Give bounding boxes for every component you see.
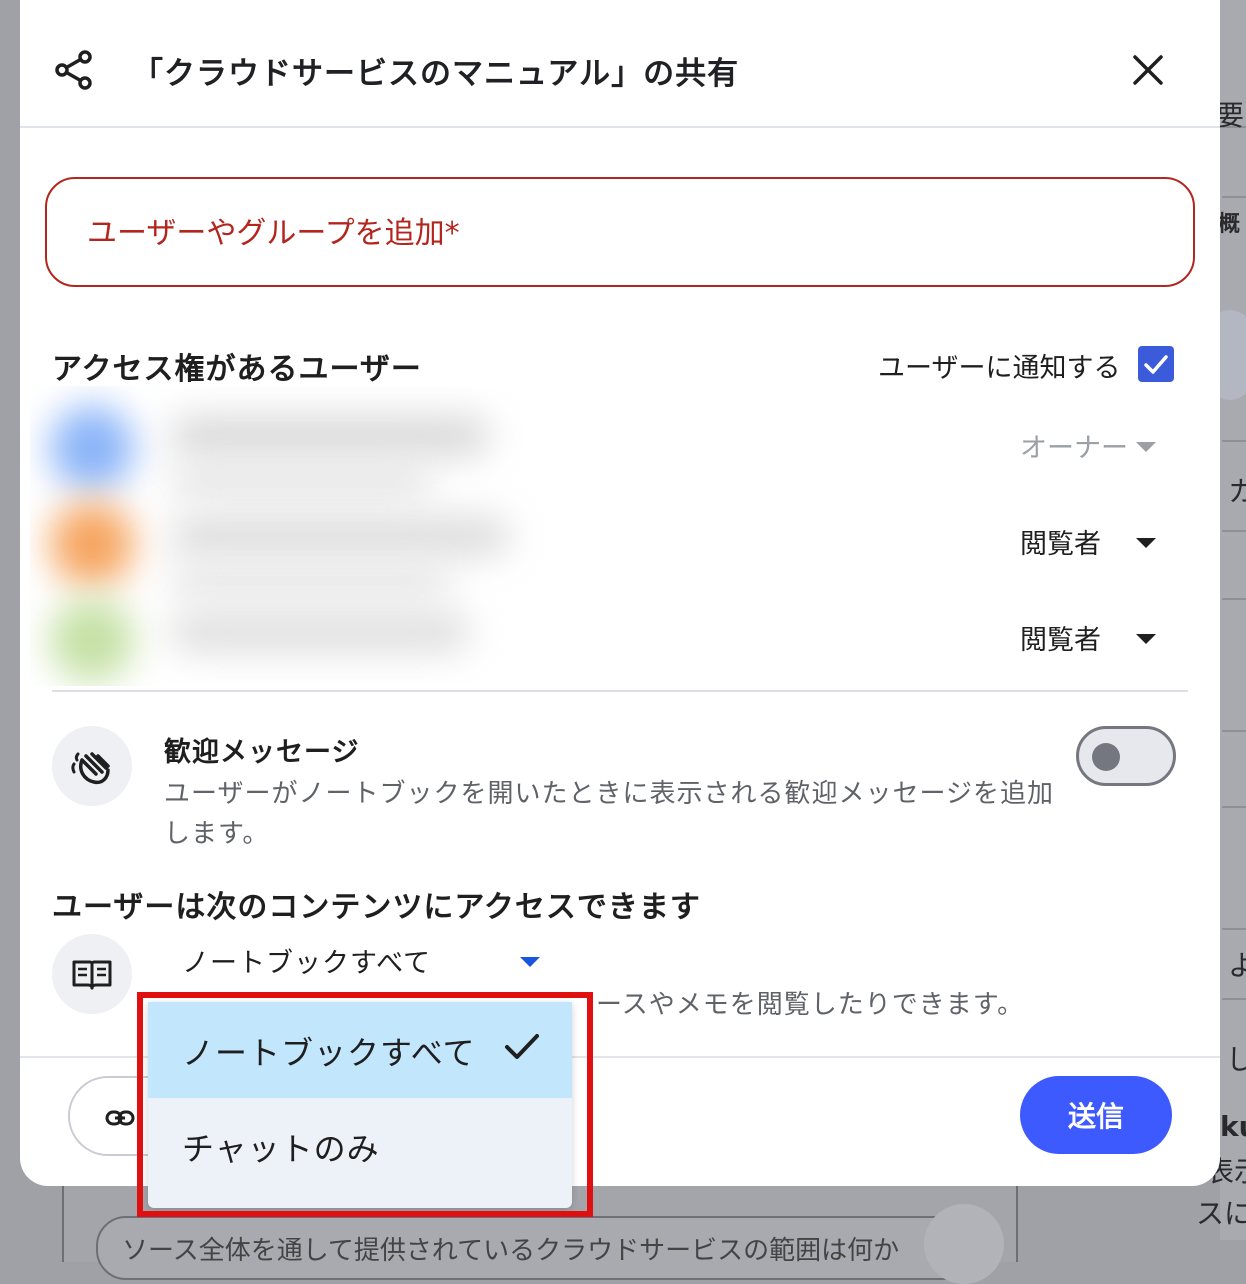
user-avatar xyxy=(50,502,134,586)
background-round-button xyxy=(924,1204,1004,1284)
access-section-title: アクセス権があるユーザー xyxy=(52,352,422,387)
background-text: スに xyxy=(1196,1197,1246,1230)
background-text: ku xyxy=(1220,1110,1246,1143)
welcome-message-title: 歓迎メッセージ xyxy=(164,737,360,768)
link-icon xyxy=(105,1110,135,1126)
user-role-select[interactable]: 閲覧者 xyxy=(1020,618,1101,657)
wave-icon-container xyxy=(52,726,132,806)
dialog-title: 「クラウドサービスのマニュアル」の共有 xyxy=(132,56,740,92)
user-role-select[interactable]: 閲覧者 xyxy=(1020,522,1101,561)
content-access-title: ユーザーは次のコンテンツにアクセスできます xyxy=(52,890,701,925)
welcome-message-toggle[interactable] xyxy=(1076,726,1176,786)
share-icon xyxy=(55,50,92,90)
book-icon-container xyxy=(52,934,132,1014)
section-divider xyxy=(52,690,1188,692)
background-suggestion-text: ソース全体を通して提供されているクラウドサービスの範囲は何か xyxy=(122,1236,900,1266)
user-avatar xyxy=(50,598,134,682)
background-text: 要 xyxy=(1216,99,1245,132)
book-icon xyxy=(72,960,112,990)
user-list-blurred xyxy=(30,386,750,686)
send-button[interactable]: 送信 xyxy=(1020,1076,1172,1154)
chevron-down-icon xyxy=(520,957,540,967)
toggle-knob xyxy=(1092,743,1120,771)
background-text: よ xyxy=(1228,949,1246,982)
user-name-blurred xyxy=(170,516,510,556)
background-divider xyxy=(1222,440,1246,442)
user-name-blurred xyxy=(170,612,470,652)
background-divider xyxy=(1222,928,1246,930)
notify-label: ユーザーに通知する xyxy=(878,353,1121,384)
annotation-highlight-box xyxy=(137,992,593,1217)
dialog-header: 「クラウドサービスのマニュアル」の共有 xyxy=(20,0,1220,128)
background-text: カ xyxy=(1228,475,1246,508)
content-access-value: ノートブックすべて xyxy=(182,948,432,979)
chevron-down-icon[interactable] xyxy=(1136,538,1156,548)
close-icon[interactable] xyxy=(1128,50,1168,90)
add-users-field xyxy=(45,177,1195,287)
background-divider xyxy=(1222,530,1246,532)
user-name-blurred xyxy=(170,416,490,456)
user-email-blurred xyxy=(170,466,430,496)
user-avatar xyxy=(50,406,134,490)
background-divider xyxy=(1222,196,1246,198)
add-users-input[interactable] xyxy=(85,209,1149,257)
chevron-down-icon[interactable] xyxy=(1136,634,1156,644)
background-divider xyxy=(1222,598,1246,600)
content-access-description-text: ースやメモを閲覧したりできます。 xyxy=(596,990,1025,1020)
check-icon xyxy=(1144,355,1168,374)
user-email-blurred xyxy=(170,566,450,596)
content-access-select[interactable]: ノートブックすべて xyxy=(164,935,564,985)
user-role-select: オーナー xyxy=(1020,433,1128,464)
background-divider xyxy=(1222,998,1246,1000)
chevron-down-icon xyxy=(1136,442,1156,452)
waving-hand-icon xyxy=(71,752,110,785)
notify-checkbox[interactable] xyxy=(1138,346,1174,382)
background-divider xyxy=(1222,730,1246,732)
background-text: 概 xyxy=(1218,212,1241,237)
background-suggestion-chip: ソース全体を通して提供されているクラウドサービスの範囲は何か xyxy=(96,1216,980,1280)
background-divider xyxy=(1222,806,1246,808)
background-text: し xyxy=(1226,1043,1246,1076)
welcome-message-description: ユーザーがノートブックを開いたときに表示される歓迎メッセージを追加します。 xyxy=(164,779,1054,849)
